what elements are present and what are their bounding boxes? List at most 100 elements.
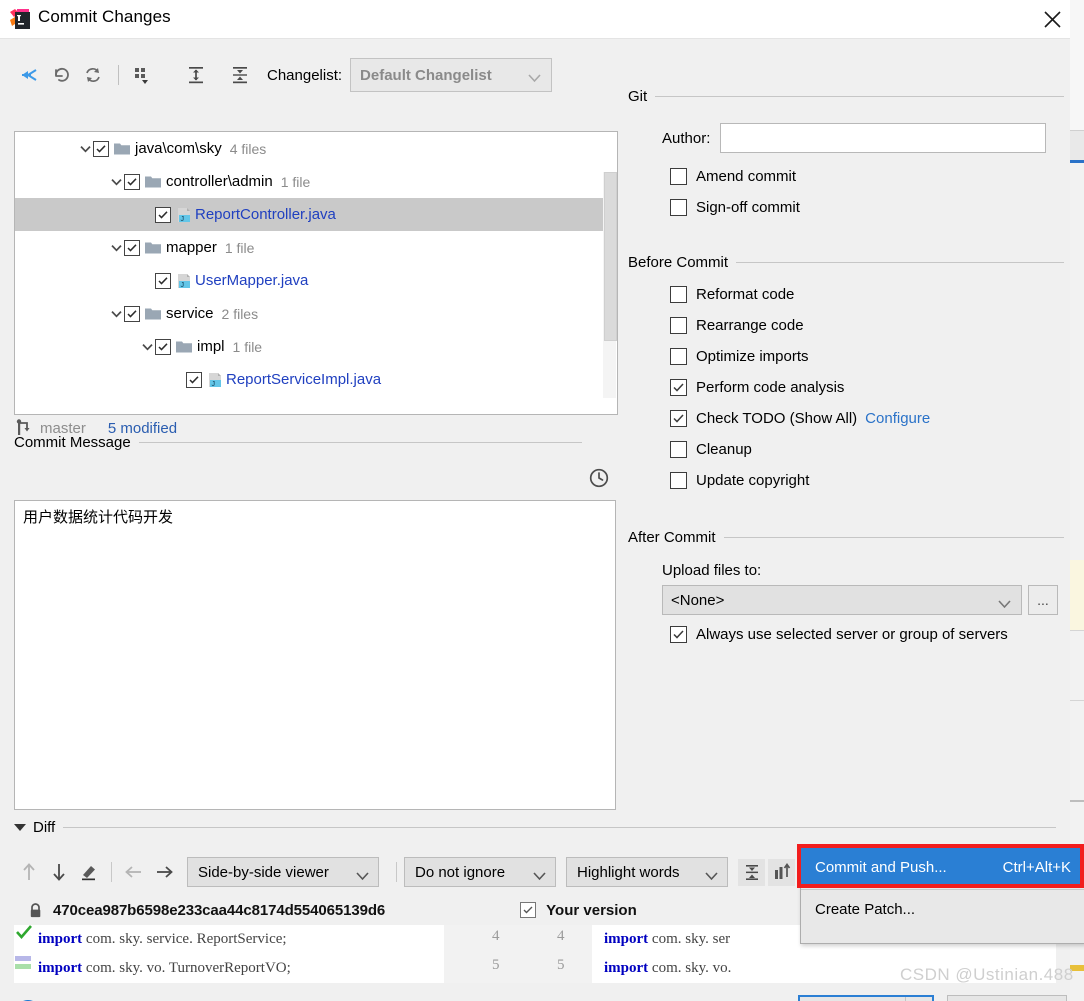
toolbar-divider — [118, 65, 119, 85]
option-perform-code-analysis[interactable]: Perform code analysis — [670, 372, 1064, 403]
diff-section-header: Diff — [14, 819, 1056, 836]
whitespace-mode-value: Do not ignore — [415, 863, 506, 881]
tree-node-count: 2 files — [221, 305, 259, 322]
option-label: Update copyright — [696, 472, 810, 489]
after-commit-label: After Commit — [628, 528, 716, 546]
keyword: import — [604, 931, 649, 947]
close-icon[interactable] — [1030, 0, 1076, 38]
option-cleanup[interactable]: Cleanup — [670, 434, 1064, 465]
highlight-mode-dropdown[interactable]: Highlight words — [566, 857, 728, 887]
file-checkbox[interactable] — [124, 239, 140, 256]
option-sign-off-commit[interactable]: Sign-off commit — [670, 192, 1064, 223]
changelist-dropdown[interactable]: Default Changelist — [350, 58, 553, 92]
section-divider — [723, 536, 1064, 538]
option-optimize-imports[interactable]: Optimize imports — [670, 341, 1064, 372]
chevron-down-icon — [705, 868, 718, 886]
option-update-copyright[interactable]: Update copyright — [670, 465, 1064, 496]
git-group: Git Author: Amend commit Sign-off commit — [628, 87, 1064, 223]
chevron-down-icon[interactable] — [108, 240, 124, 256]
git-group-label: Git — [628, 87, 648, 105]
whitespace-mode-dropdown[interactable]: Do not ignore — [404, 857, 556, 887]
browse-servers-button[interactable]: ... — [1028, 585, 1058, 615]
changed-files-tree[interactable]: java\com\sky 4 files controller\admin 1 fil… — [14, 131, 618, 415]
folder-icon — [114, 142, 130, 155]
tree-row[interactable]: controller\admin 1 file — [15, 165, 617, 198]
upload-target-row: <None> ... — [662, 585, 1064, 615]
commit-changes-dialog: Commit Changes Changelist: Default Chang… — [0, 0, 1084, 1001]
commit-context-menu[interactable]: Commit and Push... Ctrl+Alt+K Create Pat… — [800, 847, 1084, 944]
commit-dropdown-arrow[interactable] — [905, 997, 932, 1001]
upload-target-dropdown[interactable]: <None> — [662, 585, 1022, 615]
chevron-down-icon[interactable] — [139, 339, 155, 355]
chevron-down-icon[interactable] — [108, 306, 124, 322]
highlight-mode-value: Highlight words — [577, 863, 680, 881]
menu-item-label: Create Patch... — [815, 900, 916, 918]
tree-row[interactable]: J ReportController.java — [15, 198, 617, 231]
collapse-unchanged-icon[interactable] — [738, 858, 765, 886]
tree-node-count: 1 file — [232, 338, 263, 355]
tree-scrollbar[interactable] — [603, 172, 617, 398]
java-file-icon: J — [207, 372, 223, 388]
expand-all-icon[interactable] — [181, 60, 211, 90]
collapse-all-icon[interactable] — [225, 60, 255, 90]
accepted-check-icon — [16, 925, 32, 944]
option-amend-commit[interactable]: Amend commit — [670, 161, 1064, 192]
after-commit-group: After Commit Upload files to: <None> ... — [628, 528, 1064, 650]
collapse-triangle-icon[interactable] — [14, 824, 26, 831]
option-label: Sign-off commit — [696, 199, 800, 216]
tree-row[interactable]: J UserMapper.java — [15, 264, 617, 297]
author-row: Author: — [662, 123, 1064, 153]
edit-source-icon[interactable] — [74, 857, 104, 887]
always-use-server-checkbox[interactable]: Always use selected server or group of s… — [670, 619, 1064, 650]
before-commit-group: Before Commit Reformat code Rearrange cod… — [628, 253, 1064, 496]
commit-button[interactable]: Commit — [800, 997, 905, 1001]
menu-item-create-patch[interactable]: Create Patch... — [801, 890, 1084, 928]
refresh-icon[interactable] — [78, 60, 108, 90]
commit-split-button[interactable]: Commit — [798, 995, 934, 1001]
your-version-checkbox[interactable] — [520, 902, 537, 918]
author-input[interactable] — [720, 123, 1047, 153]
history-clock-icon[interactable] — [588, 467, 610, 489]
compare-columns-icon[interactable] — [768, 858, 795, 886]
file-checkbox[interactable] — [155, 272, 171, 289]
file-checkbox[interactable] — [93, 140, 109, 157]
file-checkbox[interactable] — [186, 371, 202, 388]
tree-row[interactable]: service 2 files — [15, 297, 617, 330]
cancel-button[interactable]: Cancel — [947, 995, 1067, 1001]
chevron-down-icon[interactable] — [108, 174, 124, 190]
before-commit-label: Before Commit — [628, 253, 729, 271]
option-rearrange-code[interactable]: Rearrange code — [670, 310, 1064, 341]
apply-left-icon[interactable] — [119, 857, 149, 887]
diff-section-label: Diff — [33, 819, 56, 836]
viewer-mode-dropdown[interactable]: Side-by-side viewer — [187, 857, 379, 887]
file-checkbox[interactable] — [155, 338, 171, 355]
rollback-icon[interactable] — [46, 60, 76, 90]
tree-row[interactable]: impl 1 file — [15, 330, 617, 363]
option-reformat-code[interactable]: Reformat code — [670, 279, 1064, 310]
next-difference-icon[interactable] — [44, 857, 74, 887]
tree-row[interactable]: J ReportServiceImpl.java — [15, 363, 617, 396]
tree-row[interactable]: java\com\sky 4 files — [15, 132, 617, 165]
move-to-changelist-icon[interactable] — [14, 60, 44, 90]
checkbox-box — [670, 317, 687, 334]
apply-right-icon[interactable] — [149, 857, 179, 887]
diff-left-pane[interactable]: import com. sky. service. ReportService;… — [14, 925, 444, 983]
tree-row[interactable]: mapper 1 file — [15, 231, 617, 264]
always-use-server-label: Always use selected server or group of s… — [696, 626, 1008, 643]
tree-scrollbar-thumb[interactable] — [604, 172, 617, 341]
file-checkbox[interactable] — [124, 173, 140, 190]
changelist-value: Default Changelist — [360, 66, 492, 84]
file-checkbox[interactable] — [155, 206, 171, 223]
group-by-icon[interactable] — [127, 60, 157, 90]
chevron-down-icon[interactable] — [77, 141, 93, 157]
keyword: import — [38, 960, 83, 976]
previous-difference-icon[interactable] — [14, 857, 44, 887]
checkbox-box — [670, 348, 687, 365]
option-check-todo-show-all[interactable]: Check TODO (Show All) Configure — [670, 403, 1064, 434]
file-checkbox[interactable] — [124, 305, 140, 322]
commit-message-input[interactable]: 用户数据统计代码开发 — [14, 500, 616, 810]
menu-item-commit-and-push[interactable]: Commit and Push... Ctrl+Alt+K — [801, 848, 1084, 886]
configure-link[interactable]: Configure — [865, 410, 930, 427]
toolbar-divider — [396, 862, 397, 882]
